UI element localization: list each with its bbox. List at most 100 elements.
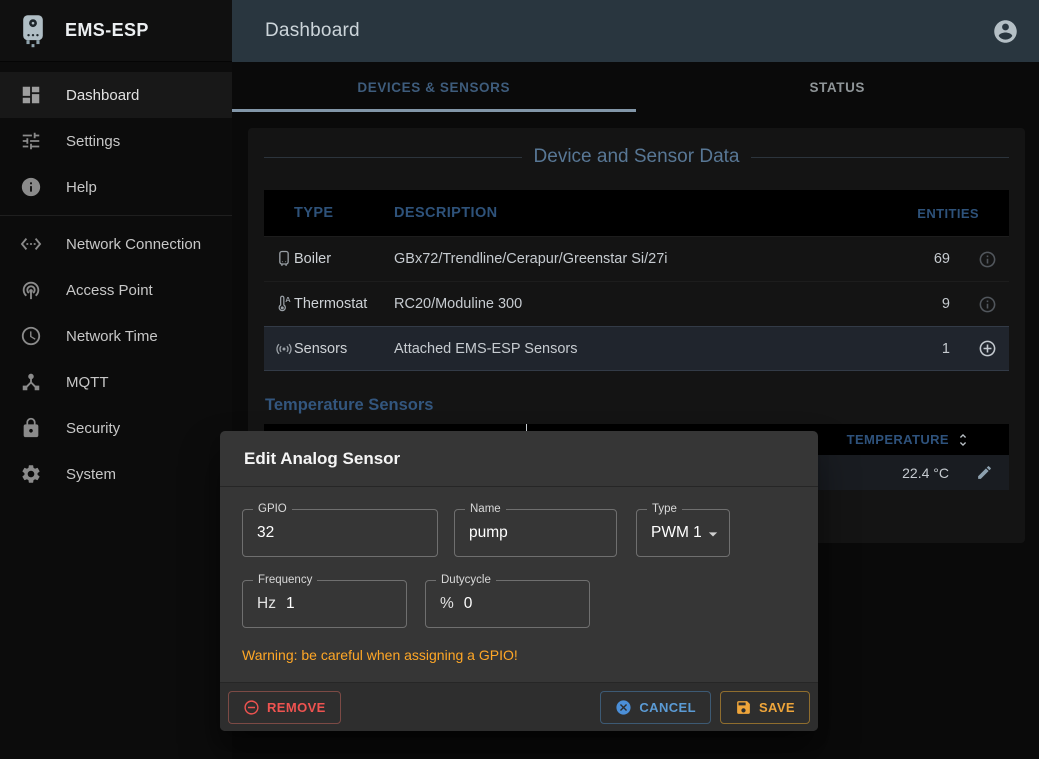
- save-button-label: SAVE: [759, 700, 795, 715]
- name-field[interactable]: Name pump: [454, 509, 617, 557]
- dashboard-icon: [20, 84, 42, 106]
- info-outline-icon[interactable]: [978, 295, 997, 314]
- sidebar-item-label: Settings: [66, 133, 120, 150]
- boiler-logo-icon: [17, 14, 49, 48]
- sidebar-item-access-point[interactable]: Access Point: [0, 267, 232, 313]
- tune-icon: [20, 130, 42, 152]
- name-label: Name: [465, 503, 506, 515]
- info-outline-icon[interactable]: [978, 250, 997, 269]
- thermostat-icon: A: [274, 293, 294, 315]
- tab-label: DEVICES & SENSORS: [357, 80, 510, 95]
- type-label: Type: [647, 503, 682, 515]
- boiler-icon: [274, 248, 294, 270]
- dutycycle-label: Dutycycle: [436, 574, 496, 586]
- app-title: EMS-ESP: [65, 20, 149, 41]
- cancel-button[interactable]: CANCEL: [600, 691, 711, 724]
- save-button[interactable]: SAVE: [720, 691, 810, 724]
- account-icon[interactable]: [992, 18, 1019, 45]
- type-select[interactable]: Type PWM 1: [636, 509, 730, 557]
- col-type: TYPE: [294, 205, 394, 221]
- remove-button[interactable]: REMOVE: [228, 691, 341, 724]
- col-entities: ENTITIES: [875, 206, 1009, 221]
- sidebar-item-settings[interactable]: Settings: [0, 118, 232, 164]
- cancel-circle-icon: [615, 699, 632, 716]
- gpio-label: GPIO: [253, 503, 292, 515]
- clock-icon: [20, 325, 42, 347]
- frequency-field[interactable]: Frequency Hz 1: [242, 580, 407, 628]
- device-description: RC20/Moduline 300: [394, 296, 875, 312]
- table-row-thermostat[interactable]: A Thermostat RC20/Moduline 300 9: [264, 281, 1009, 326]
- tab-indicator: [232, 109, 636, 112]
- sidebar-divider: [0, 215, 232, 216]
- sidebar-nav: Dashboard Settings Help Network Connecti…: [0, 62, 232, 497]
- lock-icon: [20, 417, 42, 439]
- device-entities: 69: [875, 251, 965, 267]
- tab-label: STATUS: [809, 80, 865, 95]
- sidebar-item-label: Access Point: [66, 282, 153, 299]
- table-row-sensors[interactable]: Sensors Attached EMS-ESP Sensors 1: [264, 326, 1009, 371]
- sidebar-item-network-connection[interactable]: Network Connection: [0, 221, 232, 267]
- device-hub-icon: [20, 371, 42, 393]
- sidebar-item-label: System: [66, 466, 116, 483]
- gear-icon: [20, 463, 42, 485]
- temperature-header-label: TEMPERATURE: [847, 432, 949, 447]
- device-entities: 9: [875, 296, 965, 312]
- device-table-header: TYPE DESCRIPTION ENTITIES: [264, 190, 1009, 236]
- temperature-sensors-title: Temperature Sensors: [265, 396, 433, 415]
- tab-status[interactable]: STATUS: [636, 62, 1039, 112]
- appbar: Dashboard: [232, 0, 1039, 62]
- gpio-warning-text: Warning: be careful when assigning a GPI…: [242, 647, 518, 663]
- sidebar-item-system[interactable]: System: [0, 451, 232, 497]
- tab-devices-sensors[interactable]: DEVICES & SENSORS: [232, 62, 636, 112]
- tab-bar: DEVICES & SENSORS STATUS: [232, 62, 1039, 112]
- device-table: TYPE DESCRIPTION ENTITIES Boiler GBx72/T…: [264, 190, 1009, 371]
- gpio-field[interactable]: GPIO 32: [242, 509, 438, 557]
- app-logo-row: EMS-ESP: [0, 0, 232, 62]
- sidebar-item-label: Help: [66, 179, 97, 196]
- table-row-boiler[interactable]: Boiler GBx72/Trendline/Cerapur/Greenstar…: [264, 236, 1009, 281]
- sidebar-item-label: Network Connection: [66, 236, 201, 253]
- temperature-value: 22.4 °C: [902, 465, 949, 481]
- dialog-actions: CANCEL SAVE: [600, 691, 810, 724]
- ethernet-icon: [20, 233, 42, 255]
- sidebar-item-label: Network Time: [66, 328, 158, 345]
- sidebar-item-network-time[interactable]: Network Time: [0, 313, 232, 359]
- device-description: GBx72/Trendline/Cerapur/Greenstar Si/27i: [394, 251, 875, 267]
- wifi-tethering-icon: [20, 279, 42, 301]
- device-type: Thermostat: [294, 296, 394, 312]
- frequency-value: 1: [276, 595, 295, 613]
- col-description: DESCRIPTION: [394, 205, 875, 221]
- remove-button-label: REMOVE: [267, 700, 326, 715]
- sidebar-item-help[interactable]: Help: [0, 164, 232, 210]
- add-circle-icon[interactable]: [978, 339, 997, 358]
- dialog-title: Edit Analog Sensor: [220, 431, 818, 487]
- sidebar-item-label: Security: [66, 420, 120, 437]
- sort-icon[interactable]: [955, 432, 971, 448]
- page-title: Dashboard: [265, 20, 360, 42]
- section-title-text: Device and Sensor Data: [534, 146, 740, 168]
- frequency-unit: Hz: [243, 595, 276, 613]
- dutycycle-unit: %: [426, 595, 454, 613]
- sidebar-item-mqtt[interactable]: MQTT: [0, 359, 232, 405]
- edit-analog-sensor-dialog: Edit Analog Sensor GPIO 32 Name pump Typ…: [220, 431, 818, 731]
- svg-text:A: A: [285, 295, 291, 304]
- dialog-footer: REMOVE CANCEL SAVE: [220, 682, 818, 731]
- section-title: Device and Sensor Data: [264, 146, 1009, 168]
- remove-circle-icon: [243, 699, 260, 716]
- sidebar: EMS-ESP Dashboard Settings Help Network …: [0, 0, 232, 759]
- cancel-button-label: CANCEL: [639, 700, 696, 715]
- dutycycle-field[interactable]: Dutycycle % 0: [425, 580, 590, 628]
- sidebar-item-security[interactable]: Security: [0, 405, 232, 451]
- chevron-down-icon: [703, 524, 723, 544]
- save-icon: [735, 699, 752, 716]
- gpio-value: 32: [243, 524, 274, 542]
- type-value: PWM 1: [637, 524, 702, 542]
- info-icon: [20, 176, 42, 198]
- sidebar-item-dashboard[interactable]: Dashboard: [0, 72, 232, 118]
- device-description: Attached EMS-ESP Sensors: [394, 341, 875, 357]
- edit-pencil-icon[interactable]: [976, 464, 993, 481]
- screen: EMS-ESP Dashboard Settings Help Network …: [0, 0, 1039, 759]
- frequency-label: Frequency: [253, 574, 317, 586]
- device-type: Boiler: [294, 251, 394, 267]
- device-entities: 1: [875, 341, 965, 357]
